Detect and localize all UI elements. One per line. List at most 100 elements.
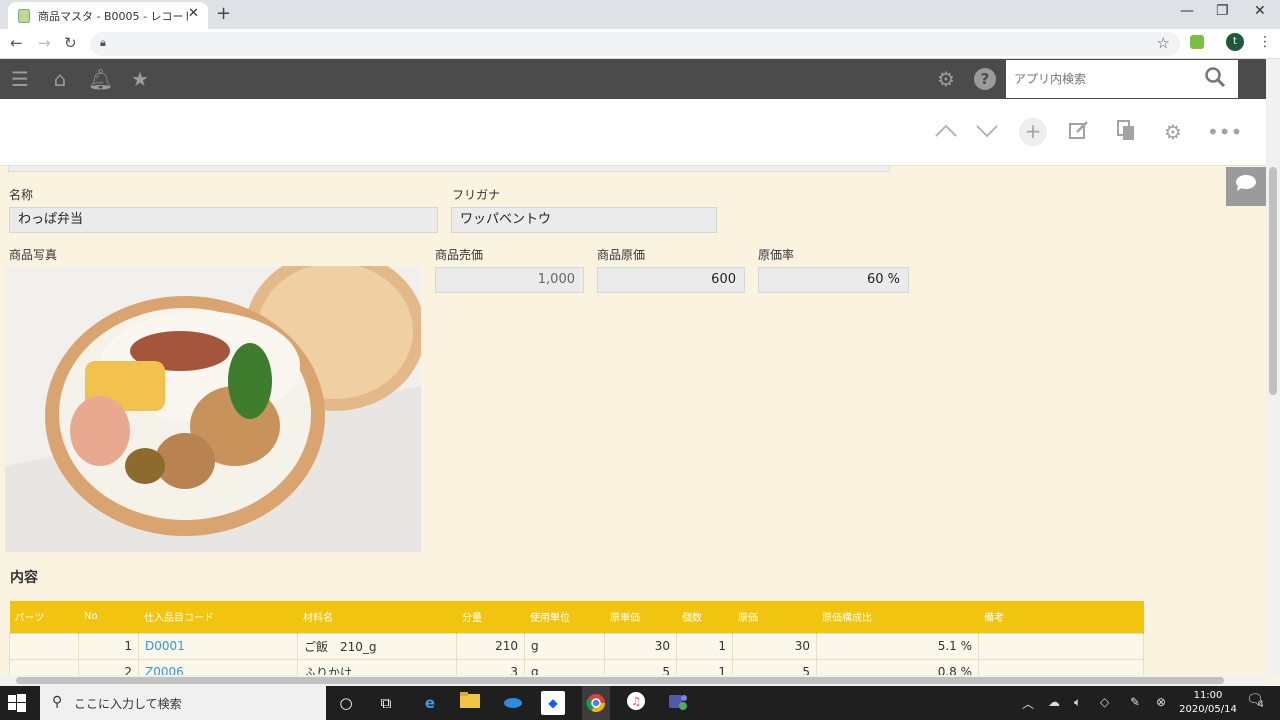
more-options-icon[interactable]: ••• [1207, 119, 1242, 145]
task-view-icon[interactable]: ⧉ [374, 691, 398, 715]
restore-icon[interactable]: ❐ [1216, 3, 1229, 19]
help-icon[interactable]: ? [974, 68, 996, 90]
windows-start-icon[interactable] [8, 694, 26, 712]
cell-count: 1 [676, 632, 733, 660]
home-icon[interactable]: ⌂ [48, 67, 72, 91]
furigana-label: フリガナ [452, 188, 501, 202]
taskbar-clock[interactable]: 11:00 2020/05/14 [1178, 689, 1238, 717]
itunes-icon[interactable]: ♫ [624, 691, 648, 715]
windows-taskbar: ⚲ ここに入力して検索 ○ ⧉ e ◆ ♫ ︿ ☁ 🔈︎ ◇ ✎ ⊗ 11:00… [0, 686, 1280, 720]
cell-cost: 30 [732, 632, 817, 660]
col-header: 使用単位 [524, 601, 605, 633]
horizontal-scroll-thumb[interactable] [16, 677, 1224, 684]
star-icon[interactable]: ★ [128, 67, 152, 91]
edit-icon[interactable] [1066, 119, 1092, 145]
col-header: パーツ [9, 601, 79, 633]
col-header: 材料名 [297, 601, 457, 633]
file-explorer-icon[interactable] [458, 691, 482, 715]
chrome-taskbar-button[interactable] [582, 686, 610, 720]
clock-time: 11:00 [1193, 690, 1223, 701]
rate-value: 60 % [758, 267, 909, 293]
col-header: 備考 [978, 601, 1144, 633]
back-icon[interactable]: ← [10, 34, 23, 52]
rate-label: 原価率 [758, 248, 795, 262]
price-value: 1,000 [435, 267, 584, 293]
taskbar-search-text: ここに入力して検索 [74, 697, 182, 711]
comment-panel-button[interactable] [1226, 167, 1266, 206]
record-toolbar: + ⚙ ••• [0, 99, 1266, 166]
bookmark-star-icon[interactable]: ☆ [1157, 34, 1170, 52]
onedrive-tray-icon[interactable]: ☁ [1048, 695, 1060, 709]
url-omnibox[interactable]: 🔒︎ ☆ [90, 32, 1180, 56]
col-header: 分量 [456, 601, 525, 633]
settings-gear-icon[interactable]: ⚙ [934, 67, 958, 91]
volume-icon[interactable]: 🔈︎ [1074, 695, 1081, 710]
furigana-value: ワッパベントウ [451, 207, 717, 233]
profile-avatar[interactable]: t [1226, 33, 1244, 51]
cost-label: 商品原価 [597, 248, 646, 262]
taskbar-search-box[interactable]: ⚲ ここに入力して検索 [40, 686, 326, 720]
svg-text:♫: ♫ [631, 695, 641, 708]
col-header: 原価 [732, 601, 817, 633]
new-tab-button[interactable]: + [216, 3, 231, 24]
col-header: 原単価 [604, 601, 677, 633]
dropbox-tray-icon[interactable]: ◇ [1100, 695, 1109, 709]
dropbox-icon[interactable]: ◆ [541, 691, 565, 715]
content-section-title: 内容 [10, 570, 38, 586]
hamburger-menu-icon[interactable]: ☰ [8, 67, 32, 91]
vertical-scrollbar[interactable] [1266, 59, 1280, 676]
col-header: 仕入品目コード [138, 601, 298, 633]
cell-name: ご飯 210_g [297, 632, 457, 660]
content-table: パーツ No 仕入品目コード 材料名 分量 使用単位 原単価 個数 原価 原価構… [9, 601, 1144, 686]
window-close-icon[interactable]: ✕ [1254, 3, 1266, 19]
notification-count: 4 [1258, 700, 1264, 710]
bell-icon[interactable]: 🔔︎ [88, 67, 113, 91]
taskbar-search-icon: ⚲ [52, 694, 63, 710]
next-record-icon[interactable] [974, 119, 1000, 145]
col-header: 原価構成比 [816, 601, 979, 633]
photo-label: 商品写真 [9, 248, 58, 262]
name-label: 名称 [9, 188, 34, 202]
cell-no: 1 [78, 632, 139, 660]
edge-icon[interactable]: e [418, 691, 442, 715]
extension-icon[interactable] [1190, 35, 1204, 49]
cortana-icon[interactable]: ○ [334, 691, 358, 715]
add-record-icon[interactable]: + [1019, 118, 1047, 146]
search-icon[interactable] [1204, 66, 1232, 92]
minimize-icon[interactable]: — [1180, 3, 1194, 19]
horizontal-scrollbar[interactable] [0, 675, 1266, 686]
previous-record-icon[interactable] [933, 119, 959, 145]
cell-unit: g [524, 632, 605, 660]
col-header: 個数 [676, 601, 733, 633]
reload-icon[interactable]: ↻ [64, 34, 77, 52]
app-favicon-icon [18, 9, 30, 23]
record-settings-gear-icon[interactable]: ⚙ [1160, 119, 1186, 145]
tab-close-icon[interactable]: ✕ [188, 6, 199, 21]
cell-note [978, 632, 1144, 660]
top-field-remnant [8, 166, 890, 172]
forward-icon[interactable]: → [38, 34, 51, 52]
app-search-input[interactable] [1006, 60, 1198, 98]
cost-value: 600 [597, 267, 745, 293]
browser-address-bar: ← → ↻ 🔒︎ ☆ [0, 29, 1280, 59]
pen-icon[interactable]: ✎ [1130, 695, 1140, 709]
teams-icon[interactable] [666, 691, 690, 715]
show-hidden-icons[interactable]: ︿ [1022, 695, 1034, 712]
tab-title: 商品マスタ - B0005 - レコードの詳細 [38, 10, 188, 23]
cell-unit-price: 30 [604, 632, 677, 660]
product-photo[interactable] [5, 266, 421, 552]
cell-qty: 210 [456, 632, 525, 660]
lock-icon: 🔒︎ [100, 36, 106, 49]
browser-tab[interactable]: 商品マスタ - B0005 - レコードの詳細 ✕ [8, 2, 208, 29]
cell-code: D0001 [138, 632, 298, 660]
name-value: わっぱ弁当 [9, 207, 438, 233]
item-code-link[interactable]: D0001 [145, 639, 185, 653]
onedrive-icon[interactable] [500, 691, 524, 715]
vertical-scroll-thumb[interactable] [1269, 167, 1277, 395]
duplicate-icon[interactable] [1113, 119, 1139, 145]
browser-menu-icon[interactable]: ⋮ [1258, 34, 1272, 50]
sync-error-icon[interactable]: ⊗ [1156, 695, 1166, 709]
app-header: ☰ ⌂ 🔔︎ ★ ⚙ ? [0, 59, 1266, 99]
clock-date: 2020/05/14 [1179, 704, 1237, 715]
cell-part [9, 632, 79, 660]
